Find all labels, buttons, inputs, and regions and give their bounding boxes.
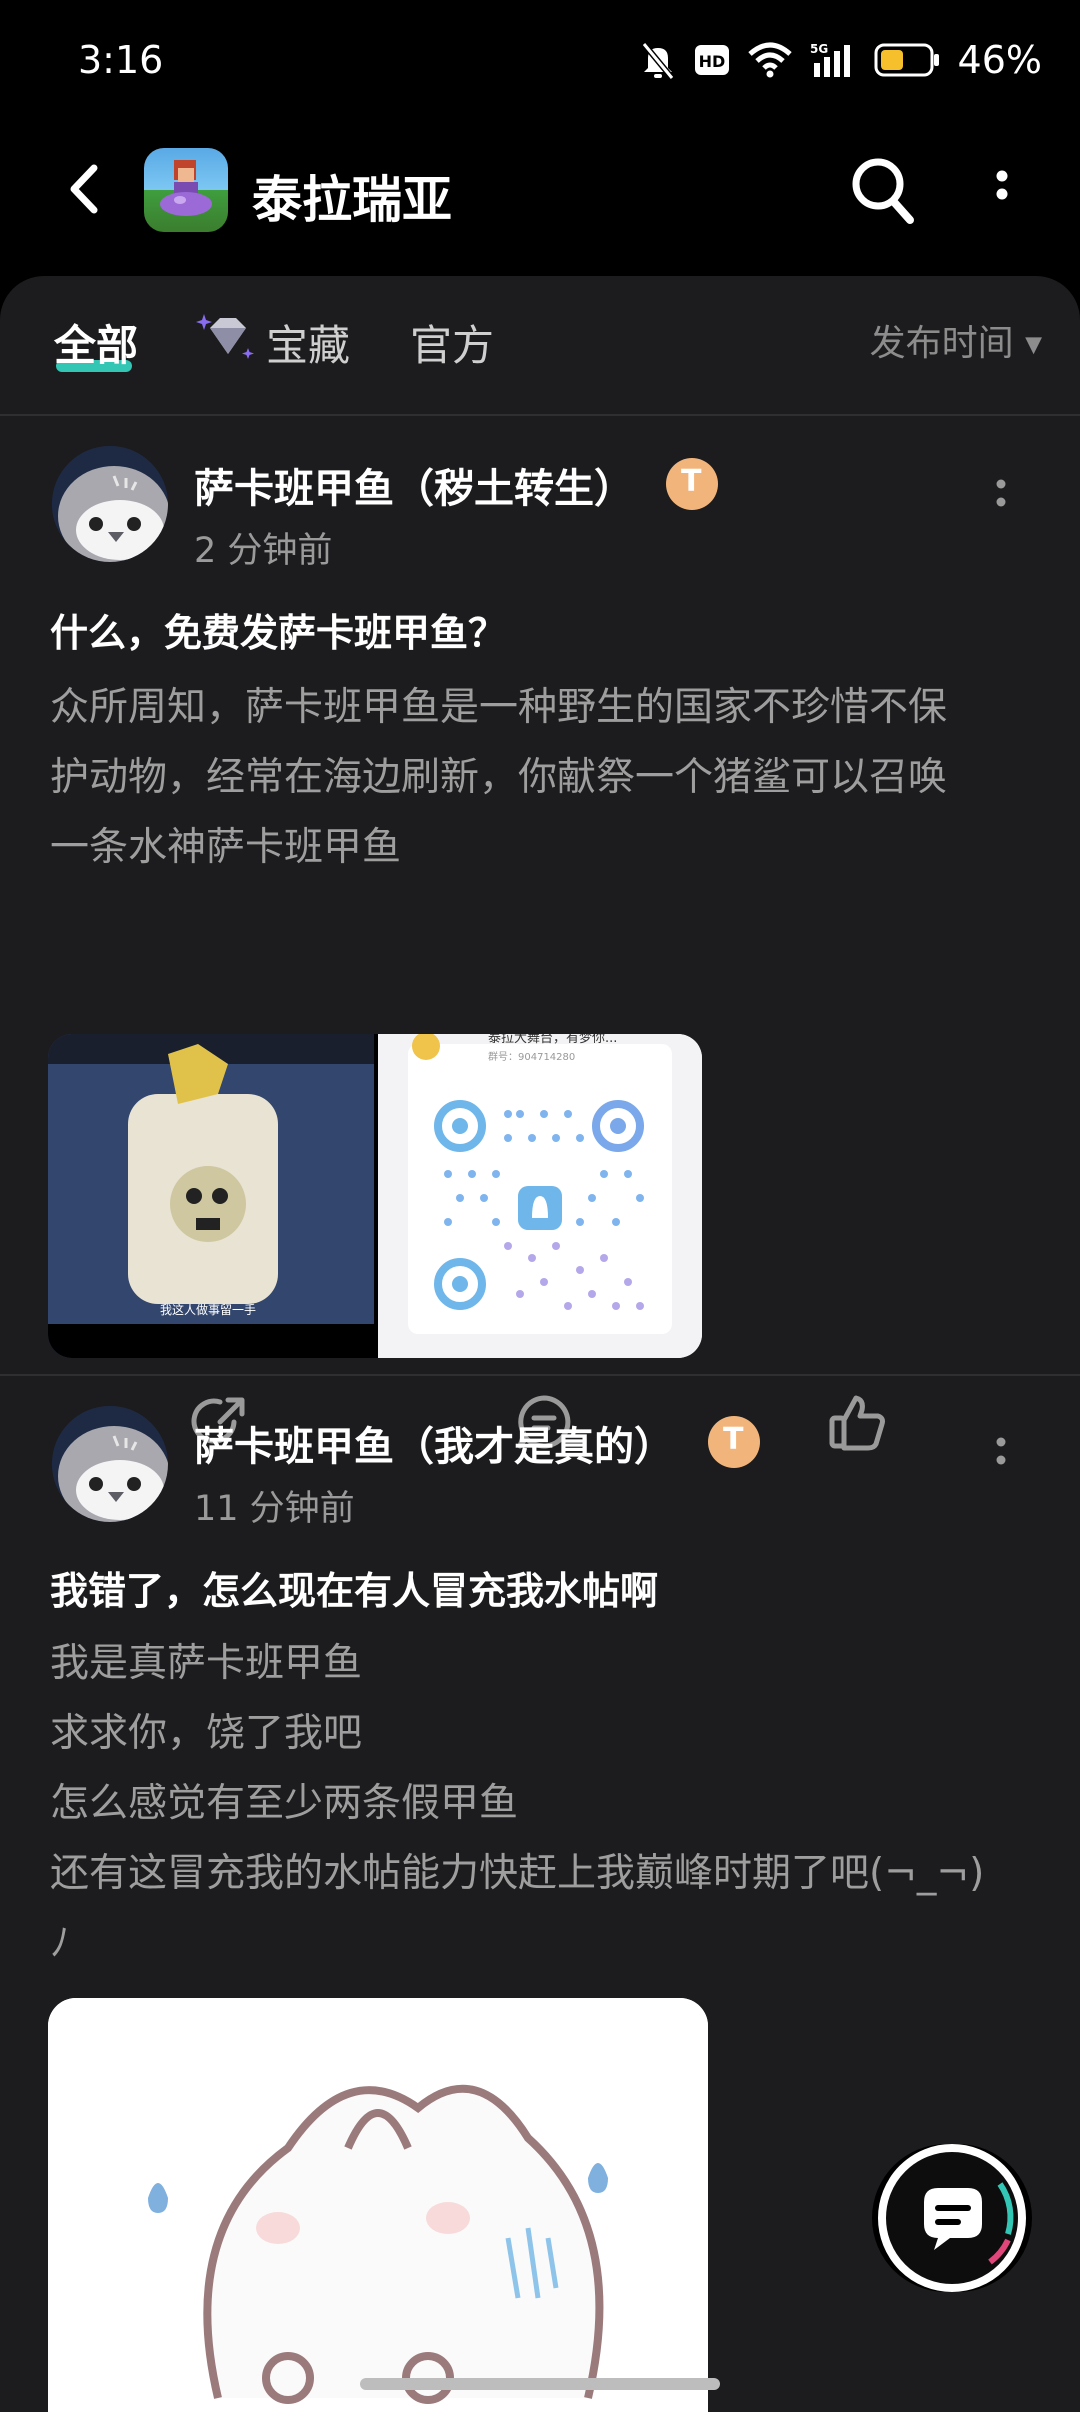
post-image[interactable]: 泰拉大舞台，有梦你... 群号：904714280 bbox=[378, 1034, 702, 1358]
tab-official[interactable]: 官方 bbox=[410, 312, 494, 373]
home-indicator[interactable] bbox=[360, 2378, 720, 2390]
cartoon-sticker-image bbox=[48, 1998, 708, 2412]
battery-percent: 46% bbox=[957, 38, 1042, 82]
author-name[interactable]: 萨卡班甲鱼（我才是真的） bbox=[194, 1414, 674, 1472]
post-time: 2 分钟前 bbox=[194, 531, 333, 571]
sort-dropdown[interactable]: 发布时间 ▼ bbox=[870, 314, 1042, 366]
back-button[interactable] bbox=[52, 154, 122, 224]
feed-panel: 全部 宝藏 官方 发布时间 ▼ 萨卡班甲鱼（秽土转生） T 2 分钟前 什么，免… bbox=[0, 276, 1080, 2412]
bird-avatar-icon bbox=[52, 446, 168, 562]
signal-5g-icon: 5G bbox=[810, 42, 850, 77]
diamond-gem-icon bbox=[196, 314, 254, 359]
sort-label: 发布时间 bbox=[869, 323, 1014, 364]
avatar[interactable] bbox=[52, 1406, 168, 1522]
meme-caption: 我这人做事留一手 bbox=[160, 1302, 256, 1317]
search-button[interactable] bbox=[848, 152, 918, 228]
status-bar: 3:16 HD 5G 46% bbox=[0, 0, 1080, 126]
post-body-line: 还有这冒充我的水帖能力快赶上我巅峰时期了吧(¬_¬) bbox=[50, 1851, 985, 1896]
chevron-left-icon bbox=[70, 164, 98, 214]
tab-all[interactable]: 全部 bbox=[54, 312, 138, 373]
post-body-line: 求求你，饶了我吧 bbox=[50, 1711, 363, 1756]
wifi-icon bbox=[747, 42, 792, 78]
post-body-line: 我是真萨卡班甲鱼 bbox=[50, 1641, 363, 1686]
post-body-line: 一条水神萨卡班甲鱼 bbox=[50, 825, 402, 870]
qr-code-image: 泰拉大舞台，有梦你... 群号：904714280 bbox=[378, 1034, 702, 1358]
post-body-line: 众所周知，萨卡班甲鱼是一种野生的国家不珍惜不保 bbox=[50, 685, 948, 730]
post-image-grid: 我这人做事留一手 泰拉大舞台，有梦你... 群号：904714280 bbox=[48, 1034, 702, 1358]
battery-icon bbox=[874, 43, 939, 77]
vertical-dots-icon bbox=[996, 1437, 1006, 1465]
tab-bar: 全部 宝藏 官方 发布时间 ▼ bbox=[0, 276, 1080, 416]
svg-text:5G: 5G bbox=[810, 42, 828, 56]
qr-group-number: 群号：904714280 bbox=[488, 1050, 575, 1063]
post-body-line: 护动物，经常在海边刷新，你献祭一个猪鲨可以召唤 bbox=[50, 755, 948, 800]
vertical-dots-icon bbox=[996, 479, 1006, 507]
author-name[interactable]: 萨卡班甲鱼（秽土转生） bbox=[194, 456, 634, 514]
post-time: 11 分钟前 bbox=[194, 1489, 355, 1529]
search-icon bbox=[852, 158, 914, 224]
status-time: 3:16 bbox=[78, 38, 164, 82]
post-body-line: ﾉ bbox=[50, 1921, 70, 1966]
post-title: 我错了，怎么现在有人冒充我水帖啊 bbox=[50, 1569, 659, 1613]
hd-icon: HD bbox=[694, 45, 729, 75]
svg-text:HD: HD bbox=[698, 52, 725, 71]
chat-fab-button[interactable] bbox=[872, 2144, 1032, 2292]
app-icon[interactable] bbox=[144, 148, 228, 232]
badge-label: T bbox=[681, 464, 702, 499]
post-title: 什么，免费发萨卡班甲鱼？ bbox=[50, 611, 507, 655]
top-bar: 泰拉瑞亚 bbox=[0, 126, 1080, 276]
post-more-button[interactable] bbox=[986, 1422, 1016, 1482]
post-more-button[interactable] bbox=[986, 464, 1016, 524]
caret-down-icon: ▼ bbox=[1025, 332, 1042, 358]
badge-label: T bbox=[723, 1422, 744, 1457]
post-body-line: 怎么感觉有至少两条假甲鱼 bbox=[50, 1781, 519, 1826]
tab-treasure[interactable]: 宝藏 bbox=[266, 312, 350, 373]
terraria-logo-icon bbox=[160, 160, 212, 216]
bird-avatar-icon bbox=[52, 1406, 168, 1522]
qr-group-name: 泰拉大舞台，有梦你... bbox=[488, 1034, 617, 1046]
level-badge: T bbox=[666, 458, 718, 510]
vertical-dots-icon bbox=[996, 170, 1008, 200]
avatar[interactable] bbox=[52, 446, 168, 562]
chat-bubble-icon bbox=[878, 2144, 1026, 2292]
post-image[interactable]: 我这人做事留一手 bbox=[48, 1034, 374, 1358]
more-options-button[interactable] bbox=[980, 152, 1024, 228]
post-image[interactable] bbox=[48, 1998, 708, 2412]
status-icons: HD 5G 46% bbox=[640, 36, 1042, 84]
level-badge: T bbox=[708, 1416, 760, 1468]
page-title: 泰拉瑞亚 bbox=[252, 171, 452, 229]
post-card[interactable]: 萨卡班甲鱼（秽土转生） T 2 分钟前 什么，免费发萨卡班甲鱼？ 众所周知，萨卡… bbox=[0, 416, 1080, 1451]
meme-skull-image: 我这人做事留一手 bbox=[48, 1034, 374, 1358]
mute-notification-icon bbox=[641, 42, 674, 80]
